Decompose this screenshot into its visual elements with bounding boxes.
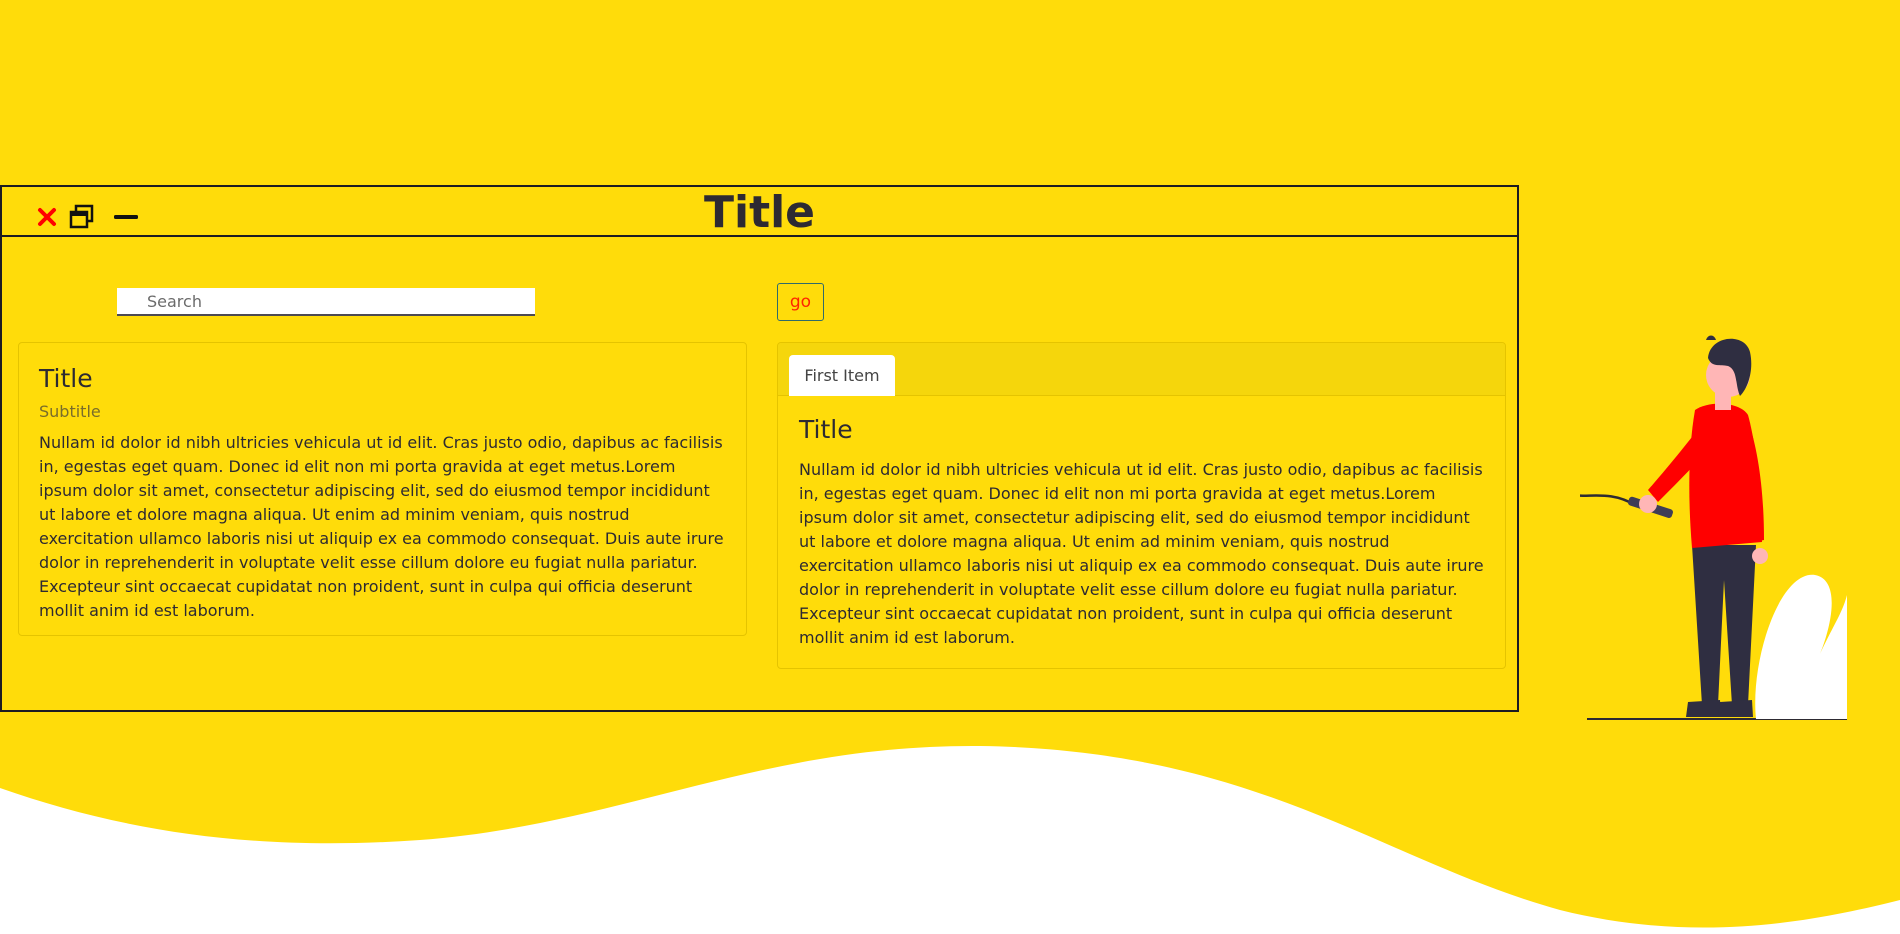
background-wave — [0, 745, 1900, 934]
tab-panel-title: Title — [799, 415, 853, 444]
tab-first-item[interactable]: First Item — [789, 355, 895, 396]
card-subtitle: Subtitle — [39, 402, 101, 421]
search-input[interactable] — [117, 288, 535, 316]
tab-header: First Item — [778, 343, 1505, 396]
tab-card: First Item Title Nullam id dolor id nibh… — [777, 342, 1506, 669]
go-button[interactable]: go — [777, 283, 824, 321]
info-card: Title Subtitle Nullam id dolor id nibh u… — [18, 342, 747, 636]
app-window: Title go Title Subtitle Nullam id dolor … — [0, 185, 1519, 712]
window-titlebar: Title — [2, 187, 1517, 238]
person-illustration — [1580, 335, 1847, 720]
tab-panel: Title Nullam id dolor id nibh ultricies … — [778, 396, 1505, 650]
tab-panel-text: Nullam id dolor id nibh ultricies vehicu… — [799, 460, 1484, 647]
card-text: Nullam id dolor id nibh ultricies vehicu… — [39, 433, 724, 620]
window-title: Title — [703, 187, 816, 238]
card-title: Title — [39, 364, 93, 393]
